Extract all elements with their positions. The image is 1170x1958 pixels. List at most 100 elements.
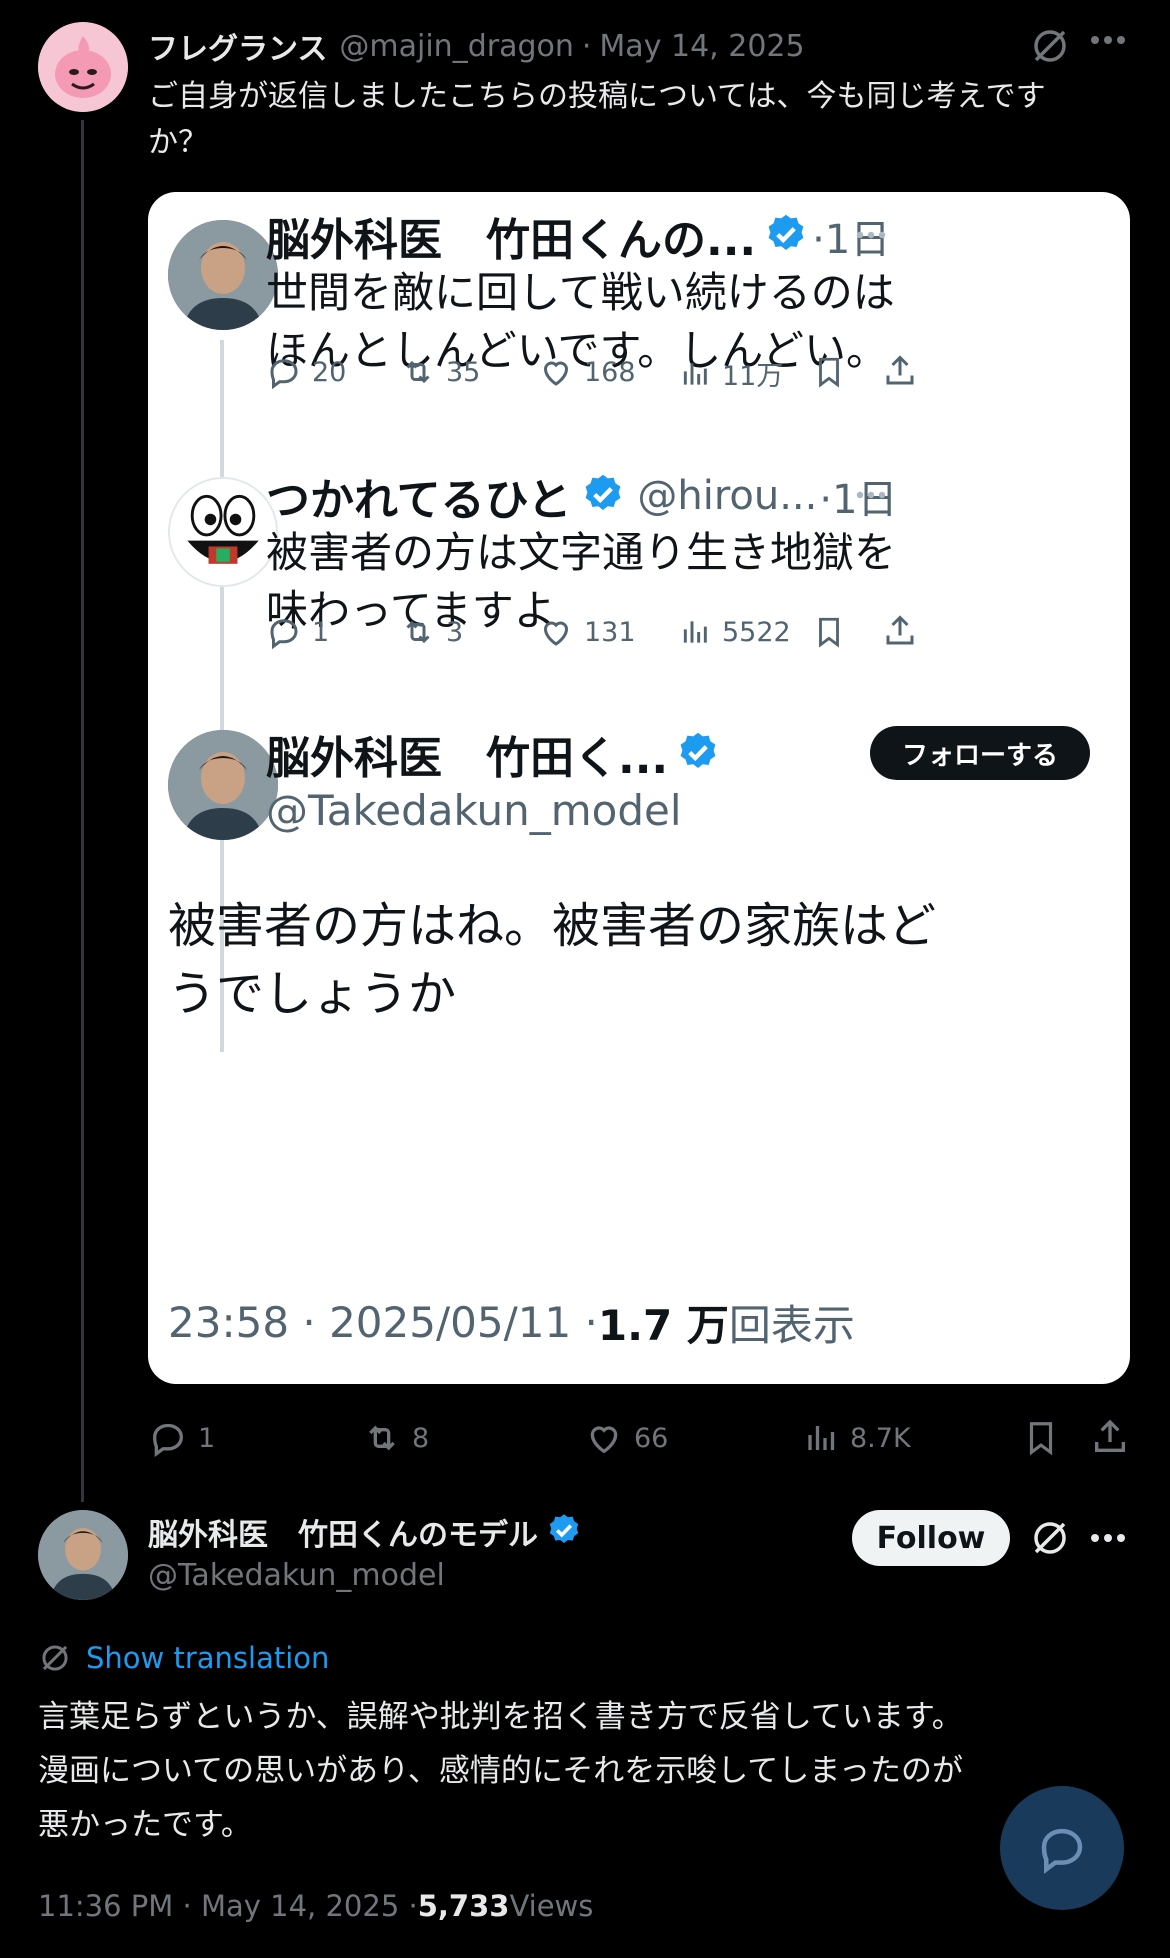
display-name: つかれてるひと <box>266 475 572 526</box>
retweet-count: 3 <box>446 616 464 648</box>
tweet-text-line: 世間を敵に回して戦い続けるのは <box>266 268 895 317</box>
tweet-text-line: うでしょうか <box>168 966 457 1022</box>
views-number: 5,733 <box>417 1889 510 1923</box>
follow-button: フォローする <box>870 726 1090 780</box>
display-name[interactable]: 脳外科医 竹田くんのモデル <box>148 1510 538 1554</box>
tweet3-header: 脳外科医 竹田く... <box>266 724 720 784</box>
like-stat: 131 <box>538 614 636 650</box>
verified-badge-icon <box>546 1512 582 1552</box>
avatar <box>168 477 278 587</box>
like-button[interactable]: 66 <box>584 1418 668 1458</box>
bookmark-icon[interactable] <box>1022 1418 1060 1462</box>
like-count: 66 <box>634 1422 669 1454</box>
post-text-line: ご自身が返信しましたこちらの投稿については、今も同じ考えです <box>148 79 1046 114</box>
views-chart-icon <box>683 621 707 643</box>
more-options-icon <box>856 490 886 500</box>
handle[interactable]: @majin_dragon <box>339 29 573 64</box>
avatar <box>168 730 278 840</box>
reply-count: 20 <box>312 356 347 388</box>
retweet-stat: 3 <box>400 614 463 650</box>
tweet-text-line: 被害者の方はね。被害者の家族はど <box>168 898 937 954</box>
more-options-icon[interactable] <box>1090 1532 1126 1544</box>
retweet-icon <box>406 620 430 644</box>
post-meta: 11:36 PM · May 14, 2025 · 5,733 Views <box>38 1886 593 1926</box>
doctor-portrait-icon <box>168 730 278 840</box>
heart-icon <box>543 361 569 386</box>
verified-badge-icon <box>764 212 808 260</box>
post-text-line: 言葉足らずというか、誤解や批判を招く書き方で反省しています。 <box>38 1699 963 1735</box>
more-options-icon[interactable] <box>1090 34 1126 46</box>
post-timestamp[interactable]: 11:36 PM · May 14, 2025 · <box>38 1889 418 1923</box>
views-label: Views <box>509 1889 594 1923</box>
doctor-portrait-icon <box>38 1510 128 1600</box>
like-count: 168 <box>584 356 636 388</box>
attached-image-card[interactable]: 脳外科医 竹田くんの... ·1日 世間を敵に回して戦い続けるのは ほんとしんど… <box>148 192 1130 1384</box>
reply-icon <box>270 359 298 390</box>
views-button[interactable]: 8.7K <box>804 1418 911 1458</box>
pink-character-avatar-icon <box>38 22 128 112</box>
post-text-line: 悪かったです。 <box>38 1807 252 1843</box>
chat-bubble-icon <box>1041 1828 1083 1874</box>
retweet-stat: 35 <box>400 354 480 390</box>
verified-badge-icon <box>676 730 720 778</box>
post-date[interactable]: May 14, 2025 <box>599 29 804 64</box>
tweet-text-line: 被害者の方は文字通り生き地獄を <box>266 528 897 577</box>
views-number: 1.7 万 <box>597 1300 729 1350</box>
post-text-line: 漫画についての思いがあり、感情的にそれを示唆してしまったのが <box>38 1753 964 1789</box>
floating-reply-button[interactable] <box>1000 1786 1124 1910</box>
display-name: 脳外科医 竹田く... <box>266 733 669 784</box>
avatar <box>168 220 278 330</box>
reply-icon <box>152 1423 184 1458</box>
retweet-icon <box>406 360 430 384</box>
share-icon[interactable] <box>1090 1416 1130 1462</box>
reply-post-header: 脳外科医 竹田くんのモデル <box>148 1510 582 1554</box>
tweet3-meta: 23:58 · 2025/05/11 · 1.7 万 回表示 <box>168 1292 855 1352</box>
display-name: 脳外科医 竹田くんの... <box>266 215 757 266</box>
heart-icon <box>590 1426 618 1454</box>
show-translation-label[interactable]: Show translation <box>86 1641 329 1675</box>
retweet-count: 8 <box>412 1422 430 1454</box>
more-options-icon <box>856 230 886 240</box>
views-count: 8.7K <box>850 1422 911 1454</box>
reply-button[interactable]: 1 <box>148 1418 215 1458</box>
translate-icon <box>42 1645 68 1671</box>
quote-post-header: フレグランス @majin_dragon · May 14, 2025 <box>148 24 805 68</box>
share-icon <box>882 612 918 654</box>
post-timestamp: 23:58 · 2025/05/11 · <box>168 1297 598 1347</box>
retweet-icon <box>369 1425 395 1451</box>
post-text: 言葉足らずというか、誤解や批判を招く書き方で反省しています。 漫画についての思い… <box>38 1690 963 1852</box>
thread-connector-line <box>81 120 84 1502</box>
reply-count: 1 <box>312 616 330 648</box>
views-chart-icon <box>683 362 707 385</box>
grok-icon[interactable] <box>1030 1518 1070 1558</box>
reply-stat: 1 <box>266 614 329 650</box>
views-chart-icon <box>808 1426 835 1450</box>
bookmark-icon <box>812 614 846 654</box>
cartoon-face-icon <box>170 479 276 585</box>
reply-stat: 20 <box>266 354 346 390</box>
doctor-portrait-icon <box>168 220 278 330</box>
handle: @Takedakun_model <box>266 786 682 835</box>
like-count: 131 <box>584 616 636 648</box>
views-stat: 11万 <box>680 354 783 393</box>
avatar[interactable] <box>38 22 128 112</box>
avatar[interactable] <box>38 1510 128 1600</box>
retweet-button[interactable]: 8 <box>362 1418 429 1458</box>
follow-button[interactable]: Follow <box>852 1510 1010 1566</box>
post-text-line: か？ <box>148 125 208 160</box>
tweet2-header: つかれてるひと @hirou... ·1日 <box>266 466 898 526</box>
display-name[interactable]: フレグランス <box>148 24 327 68</box>
reply-icon <box>270 619 298 650</box>
reply-count: 1 <box>198 1422 216 1454</box>
share-icon <box>882 352 918 394</box>
views-label: 回表示 <box>728 1300 855 1350</box>
tweet1-header: 脳外科医 竹田くんの... ·1日 <box>266 206 890 266</box>
heart-icon <box>543 621 569 646</box>
handle[interactable]: @Takedakun_model <box>148 1558 445 1593</box>
show-translation-link[interactable]: Show translation <box>38 1638 329 1678</box>
grok-icon[interactable] <box>1030 26 1070 66</box>
verified-badge-icon <box>581 472 625 520</box>
like-stat: 168 <box>538 354 636 390</box>
post-text: ご自身が返信しましたこちらの投稿については、今も同じ考えです か？ <box>148 74 1046 166</box>
bookmark-icon <box>812 354 846 394</box>
